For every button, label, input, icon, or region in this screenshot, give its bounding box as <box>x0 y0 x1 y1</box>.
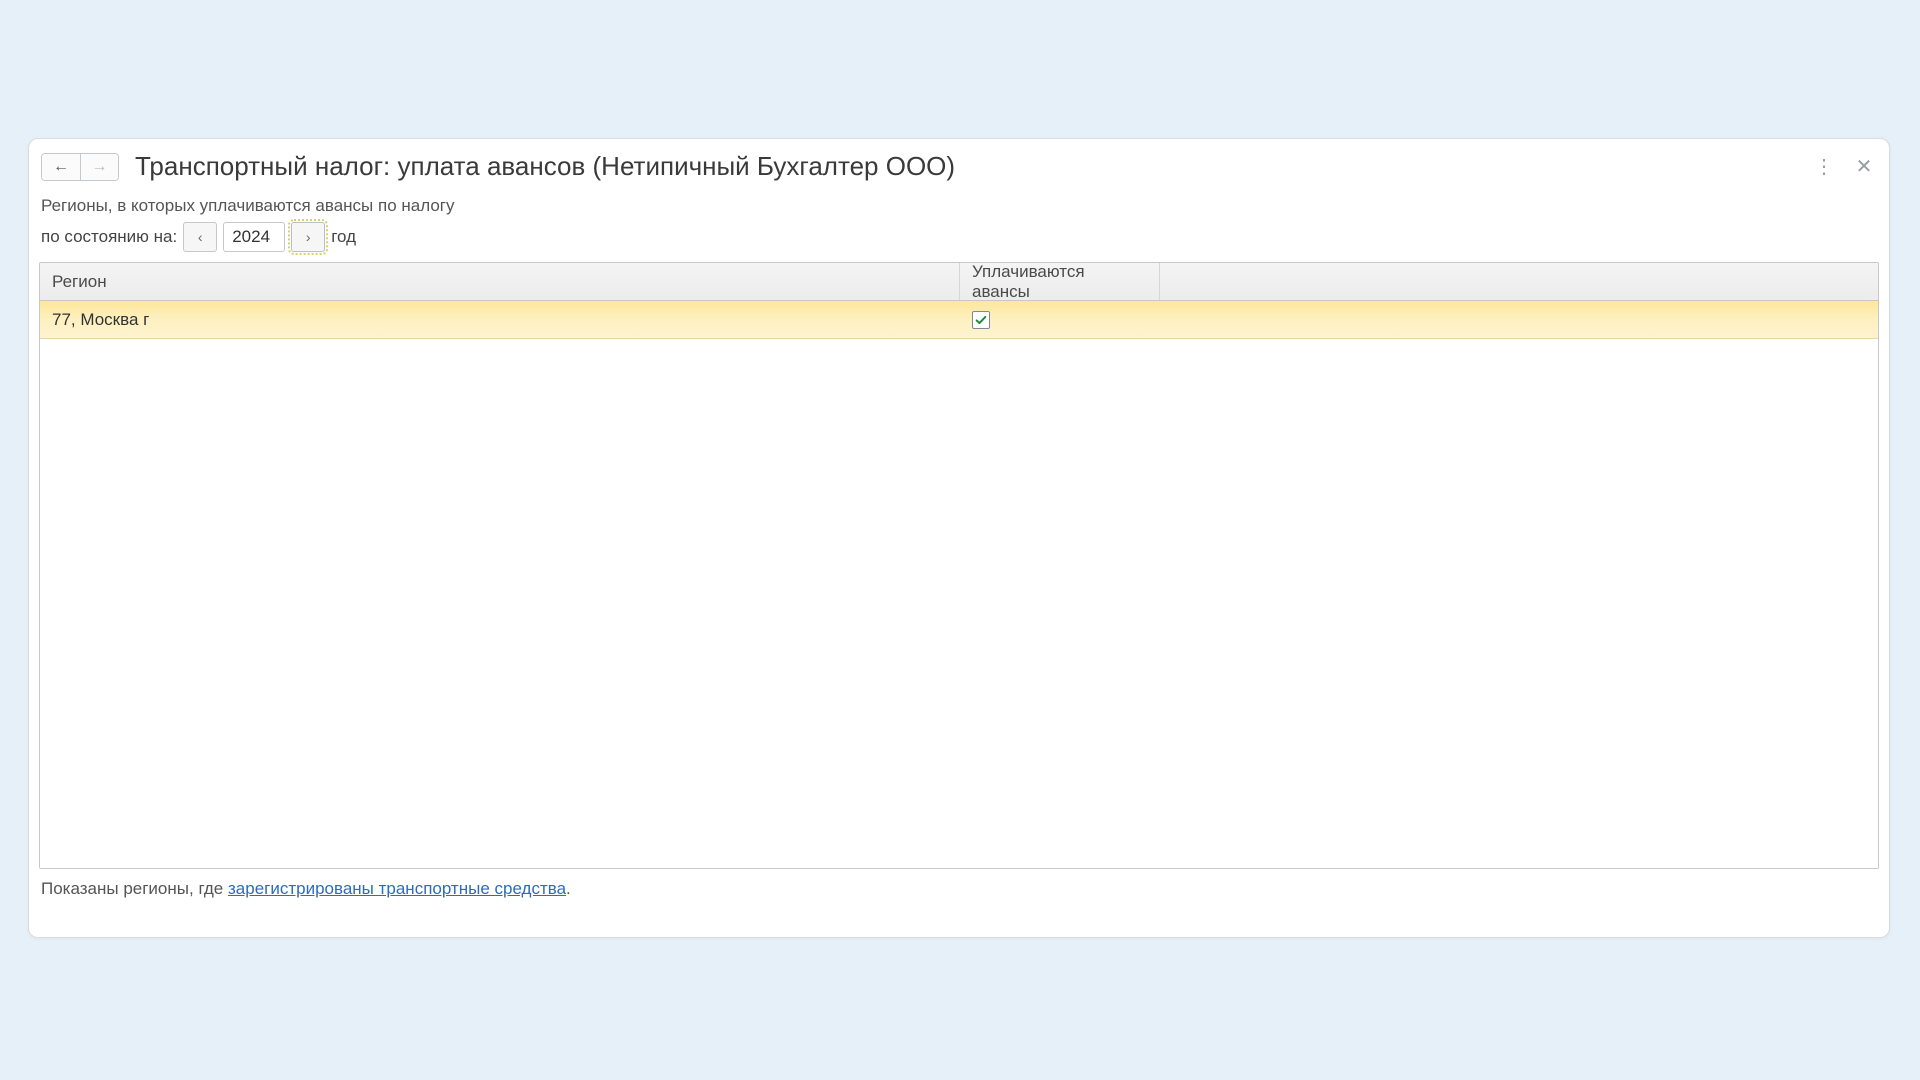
col-header-region[interactable]: Регион <box>40 263 960 300</box>
table-row[interactable]: 77, Москва г <box>40 301 1878 339</box>
footer-prefix: Показаны регионы, где <box>41 879 228 898</box>
col-header-advances[interactable]: Уплачиваются авансы <box>960 263 1160 300</box>
page-title: Транспортный налог: уплата авансов (Нети… <box>135 151 955 182</box>
year-filter: по состоянию на: ‹ › год <box>41 222 1879 252</box>
year-input[interactable] <box>223 222 285 252</box>
titlebar: ← → Транспортный налог: уплата авансов (… <box>39 149 1879 190</box>
advances-checkbox[interactable] <box>972 311 990 329</box>
dialog-window: ← → Транспортный налог: уплата авансов (… <box>28 138 1890 938</box>
footer-suffix: . <box>566 879 571 898</box>
footer-link[interactable]: зарегистрированы транспортные средства <box>228 879 566 898</box>
filter-prefix: по состоянию на: <box>41 227 177 247</box>
arrow-right-icon: → <box>92 158 108 176</box>
more-menu-button[interactable]: ⋮ <box>1809 152 1839 182</box>
footer-text: Показаны регионы, где зарегистрированы т… <box>41 879 1879 899</box>
nav-buttons: ← → <box>41 153 119 181</box>
check-icon <box>974 313 988 327</box>
col-header-empty <box>1160 263 1878 300</box>
chevron-left-icon: ‹ <box>198 229 203 245</box>
table-header: Регион Уплачиваются авансы <box>40 263 1878 301</box>
cell-empty <box>1160 301 1878 338</box>
cell-advances <box>960 301 1160 338</box>
kebab-icon: ⋮ <box>1814 154 1834 179</box>
close-button[interactable]: ✕ <box>1849 152 1879 182</box>
arrow-left-icon: ← <box>53 158 69 176</box>
year-prev-button[interactable]: ‹ <box>183 222 217 252</box>
year-next-button[interactable]: › <box>291 222 325 252</box>
regions-table: Регион Уплачиваются авансы 77, Москва г <box>39 262 1879 869</box>
chevron-right-icon: › <box>306 229 311 245</box>
back-button[interactable]: ← <box>42 154 80 180</box>
forward-button[interactable]: → <box>80 154 118 180</box>
filter-suffix: год <box>331 227 356 247</box>
subtitle-text: Регионы, в которых уплачиваются авансы п… <box>41 196 1879 216</box>
table-body: 77, Москва г <box>40 301 1878 868</box>
close-icon: ✕ <box>1856 154 1873 179</box>
cell-region: 77, Москва г <box>40 301 960 338</box>
